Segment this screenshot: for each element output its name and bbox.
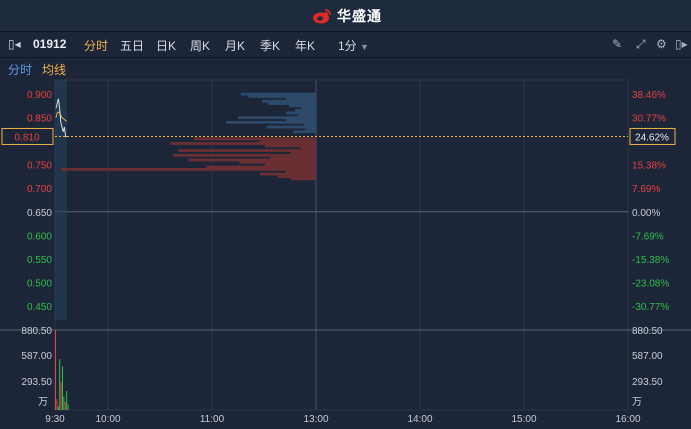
price-tick-label: 0.650 — [27, 208, 52, 219]
axis-labels: 0.900 38.46% 0.850 30.77% 0.750 15.38% 0.700 7.… — [21, 90, 669, 425]
volume-unit-label-right: 万 — [632, 397, 642, 408]
volume-bar — [55, 330, 56, 410]
volume-tick-label-right: 587.00 — [632, 351, 663, 362]
volume-bar — [59, 359, 61, 410]
price-tick-label: 0.750 — [27, 161, 52, 172]
volume-bars — [55, 330, 69, 410]
time-tick-label: 13:00 — [303, 414, 328, 425]
time-tick-label: 16:00 — [615, 414, 640, 425]
chart-grid — [0, 79, 691, 411]
pct-tick-label: 7.69% — [632, 184, 660, 195]
volume-tick-label-right: 293.50 — [632, 377, 663, 388]
price-tick-label: 0.600 — [27, 231, 52, 242]
volume-bar — [60, 381, 62, 410]
volume-bar — [63, 396, 65, 410]
time-tick-label: 15:00 — [511, 414, 536, 425]
time-tick-label: 9:30 — [45, 414, 65, 425]
time-tick-label: 14:00 — [407, 414, 432, 425]
ask-depth-bar — [226, 120, 316, 124]
pct-tick-label: -23.08% — [632, 278, 669, 289]
pct-tick-label: -7.69% — [632, 231, 664, 242]
time-tick-label: 10:00 — [95, 414, 120, 425]
volume-bar — [67, 404, 69, 410]
price-tick-label: 0.850 — [27, 114, 52, 125]
price-tick-label: 0.550 — [27, 255, 52, 266]
price-tick-label: 0.900 — [27, 90, 52, 101]
volume-unit-label: 万 — [38, 397, 48, 408]
volume-tick-label: 880.50 — [21, 326, 52, 337]
pct-tick-label: 0.00% — [632, 208, 660, 219]
price-tick-label: 0.450 — [27, 302, 52, 313]
volume-tick-label: 293.50 — [21, 377, 52, 388]
volume-bar — [57, 406, 59, 410]
volume-bar — [62, 366, 63, 410]
price-lines: 0.810 24.62% — [1, 98, 676, 145]
price-tick-label: 0.500 — [27, 278, 52, 289]
volume-bar — [64, 401, 66, 410]
current-price-label: 0.810 — [14, 132, 39, 143]
volume-bar — [56, 399, 58, 410]
plot-frame — [54, 79, 629, 411]
volume-tick-label: 587.00 — [21, 351, 52, 362]
pct-tick-label: 15.38% — [632, 161, 666, 172]
pct-tick-label: -30.77% — [632, 302, 669, 313]
ask-depth-bar — [293, 130, 316, 134]
volume-bar — [66, 390, 68, 410]
intraday-chart[interactable]: 0.810 24.62% 0.900 38.46% 0.850 30.77% 0.750 1… — [0, 0, 691, 429]
volume-tick-label-right: 880.50 — [632, 326, 663, 337]
pct-tick-label: -15.38% — [632, 255, 669, 266]
bid-depth-bar — [290, 177, 316, 181]
current-pct-label: 24.62% — [635, 132, 669, 143]
time-tick-label: 11:00 — [200, 414, 225, 425]
pct-tick-label: 38.46% — [632, 90, 666, 101]
pct-tick-label: 30.77% — [632, 114, 666, 125]
price-tick-label: 0.700 — [27, 184, 52, 195]
bid-depth-bar — [61, 168, 316, 171]
